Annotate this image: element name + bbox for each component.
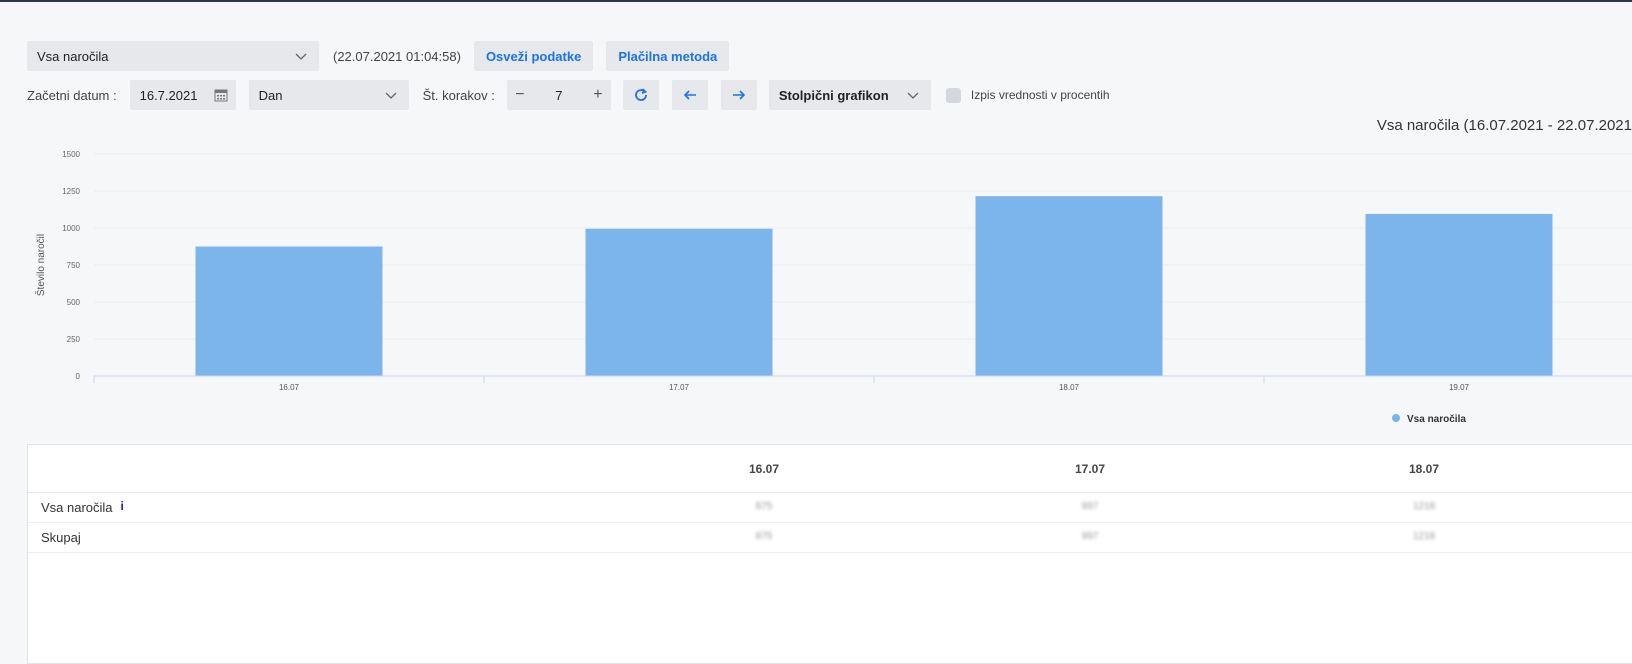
chevron-down-icon (295, 53, 307, 60)
y-axis-title: Število naročil (34, 234, 47, 296)
steps-stepper[interactable]: − 7 + (506, 80, 611, 110)
decrement-button[interactable]: − (507, 86, 533, 104)
table-row: Vsa naročila i 875 997 1218 (28, 492, 1632, 523)
x-axis-ticks: 16.07 17.07 18.07 19.07 (93, 376, 1470, 392)
table-cell: 997 (1081, 501, 1099, 512)
table-row: Skupaj 875 997 1218 (28, 522, 1632, 553)
chart-bars (195, 196, 1553, 376)
toolbar-secondary: Začetni datum : 16.7.2021 Dan Št. korako… (27, 80, 1110, 110)
chart-type-select-value: Stolpični grafikon (778, 87, 889, 103)
y-tick-label: 250 (67, 335, 81, 344)
y-tick-label: 750 (67, 261, 81, 270)
x-tick-label: 19.07 (1449, 383, 1470, 392)
y-tick-label: 0 (76, 372, 81, 381)
table-header: 16.07 17.07 18.07 (28, 445, 1632, 493)
column-header[interactable]: 18.07 (1384, 462, 1464, 476)
row-label: Vsa naročila i (41, 499, 124, 515)
y-tick-label: 1250 (62, 187, 80, 196)
arrow-left-icon (683, 90, 696, 100)
row-label-text: Skupaj (41, 530, 81, 545)
start-date-value: 16.7.2021 (139, 87, 198, 103)
next-period-button[interactable] (720, 80, 757, 110)
toolbar-primary: Vsa naročila (22.07.2021 01:04:58) Osvež… (27, 41, 730, 71)
interval-select-value: Dan (258, 87, 283, 103)
table-cell: 1218 (1412, 531, 1436, 542)
start-date-input[interactable]: 16.7.2021 (129, 80, 236, 110)
steps-label: Št. korakov : (422, 87, 495, 103)
refresh-icon (635, 88, 648, 101)
payment-method-button[interactable]: Plačilna metoda (606, 41, 730, 71)
bar (975, 196, 1163, 376)
steps-value[interactable]: 7 (533, 88, 585, 103)
chart-type-select[interactable]: Stolpični grafikon (768, 80, 931, 110)
table-cell: 1218 (1412, 501, 1436, 512)
y-tick-label: 1000 (62, 224, 80, 233)
column-header[interactable]: 16.07 (724, 462, 804, 476)
start-date-label: Začetni datum : (27, 87, 117, 103)
orders-bar-chart: Vsa naročila (16.07.2021 - 22.07.2021 0 2… (34, 117, 1632, 425)
percent-checkbox-label: Izpis vrednosti v procentih (970, 88, 1110, 102)
table-cell: 997 (1081, 531, 1099, 542)
calendar-icon[interactable] (214, 88, 228, 102)
info-icon[interactable]: i (121, 499, 124, 513)
x-tick-label: 18.07 (1059, 383, 1080, 392)
report-select-value: Vsa naročila (37, 48, 109, 64)
bar (195, 246, 383, 376)
chevron-down-icon (385, 92, 397, 99)
table-cell: 875 (755, 531, 773, 542)
chart-title: Vsa naročila (16.07.2021 - 22.07.2021 (1377, 117, 1632, 134)
y-tick-label: 500 (67, 298, 81, 307)
report-select[interactable]: Vsa naročila (27, 41, 319, 71)
y-tick-label: 1500 (62, 150, 80, 159)
orders-table: 16.07 17.07 18.07 Vsa naročila i 875 997 1218 S… (27, 444, 1632, 664)
refresh-data-button[interactable]: Osveži podatke (473, 41, 594, 71)
chart-legend[interactable]: Vsa naročila (1392, 414, 1466, 425)
bar (1365, 213, 1553, 376)
top-border (0, 0, 1632, 2)
x-tick-label: 16.07 (279, 383, 300, 392)
percent-checkbox[interactable] (945, 87, 961, 103)
last-updated-timestamp: (22.07.2021 01:04:58) (333, 48, 461, 64)
legend-marker (1392, 414, 1400, 422)
arrow-right-icon (732, 90, 745, 100)
legend-label: Vsa naročila (1407, 414, 1466, 425)
x-tick-label: 17.07 (669, 383, 690, 392)
increment-button[interactable]: + (585, 86, 611, 104)
refresh-chart-button[interactable] (622, 80, 659, 110)
table-cell: 875 (755, 501, 773, 512)
chevron-down-icon (907, 92, 919, 99)
column-header[interactable]: 17.07 (1050, 462, 1130, 476)
row-label-text: Vsa naročila (41, 500, 113, 515)
y-axis-ticks: 0 250 500 750 1000 1250 1500 (62, 150, 80, 381)
previous-period-button[interactable] (671, 80, 708, 110)
bar (585, 228, 773, 376)
interval-select[interactable]: Dan (248, 80, 409, 110)
row-label: Skupaj (41, 530, 81, 545)
